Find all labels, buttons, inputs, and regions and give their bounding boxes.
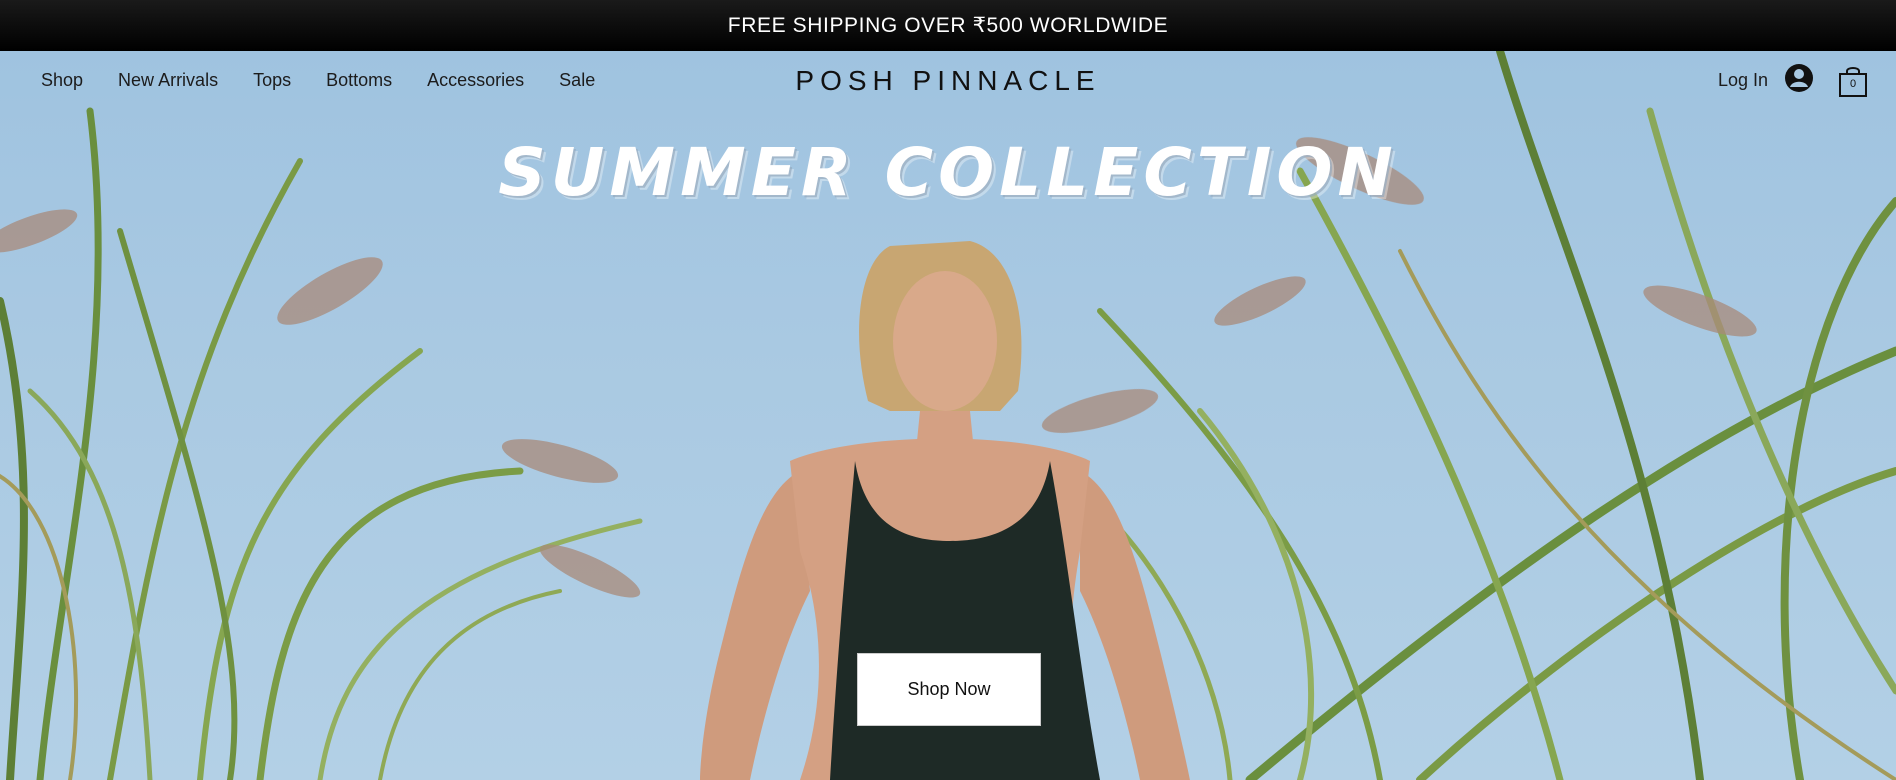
hero-headline: SUMMER COLLECTION xyxy=(498,134,1398,211)
login-link[interactable]: Log In xyxy=(1718,70,1768,91)
main-nav: Shop New Arrivals Tops Bottoms Accessori… xyxy=(0,51,1896,109)
promo-text: FREE SHIPPING OVER ₹500 WORLDWIDE xyxy=(727,14,1169,37)
brand-logo[interactable]: POSH PINNACLE xyxy=(0,65,1896,97)
shop-now-button[interactable]: Shop Now xyxy=(857,653,1041,726)
promo-banner: FREE SHIPPING OVER ₹500 WORLDWIDE xyxy=(0,0,1896,51)
cart-count: 0 xyxy=(1849,77,1857,90)
cart-button[interactable]: 0 xyxy=(1838,65,1868,97)
nav-account-area: Log In 0 xyxy=(1718,63,1868,98)
user-avatar-icon[interactable] xyxy=(1784,63,1814,98)
